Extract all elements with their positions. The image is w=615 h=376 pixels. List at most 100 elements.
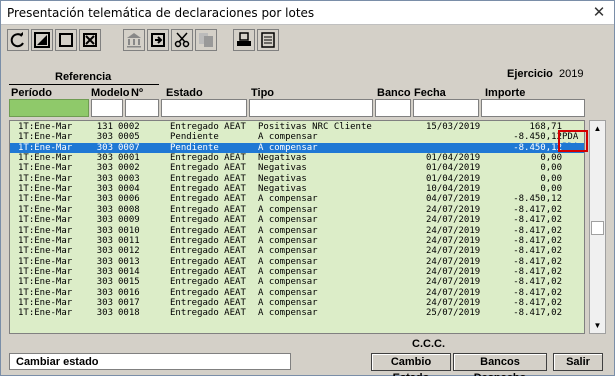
cell-numero: 0012 — [118, 246, 140, 257]
cell-fecha: 24/07/2019 — [426, 246, 481, 257]
cell-periodo: 1T:Ene-Mar — [18, 163, 73, 174]
cell-modelo: 303 — [96, 142, 113, 153]
cell-fecha: 01/04/2019 — [426, 163, 481, 174]
cut-icon[interactable] — [171, 29, 193, 51]
cell-estado: Entregado AEAT — [170, 173, 246, 184]
table-row[interactable]: 1T:Ene-Mar 303 0006 Entregado AEAT A compens… — [10, 194, 584, 205]
cambio-estado-button[interactable]: Cambio Estado — [371, 353, 451, 376]
table-row[interactable]: 1T:Ene-Mar 303 0010 Entregado AEAT A compens… — [10, 225, 584, 236]
cell-modelo: 303 — [96, 184, 113, 195]
table-row[interactable]: 1T:Ene-Mar 303 0012 Entregado AEAT A compens… — [10, 246, 584, 257]
col-numero[interactable]: Nº — [131, 87, 143, 99]
filter-banco[interactable] — [375, 99, 411, 117]
table-row[interactable]: 1T:Ene-Mar 303 0004 Entregado AEAT Negativas… — [10, 184, 584, 195]
cell-fecha: 01/04/2019 — [426, 153, 481, 164]
delete-icon[interactable] — [79, 29, 101, 51]
salir-button[interactable]: Salir — [553, 353, 603, 371]
header-divider — [9, 84, 159, 85]
scroll-down-icon[interactable]: ▼ — [590, 318, 605, 333]
close-icon[interactable]: ✕ — [590, 4, 608, 22]
cell-importe: -8.417,02 — [513, 246, 562, 257]
cell-estado: Entregado AEAT — [170, 184, 246, 195]
edit-icon[interactable] — [31, 29, 53, 51]
cell-modelo: 303 — [96, 215, 113, 226]
scroll-thumb[interactable] — [591, 221, 604, 235]
cell-periodo: 1T:Ene-Mar — [18, 225, 73, 236]
cell-fecha: 24/07/2019 — [426, 204, 481, 215]
col-modelo[interactable]: Modelo — [91, 87, 130, 99]
table-row[interactable]: 1T:Ene-Mar 303 0013 Entregado AEAT A compens… — [10, 256, 584, 267]
filter-periodo[interactable] — [9, 99, 89, 117]
cell-estado: Entregado AEAT — [170, 215, 246, 226]
cell-tipo: A compensar — [258, 287, 318, 298]
filter-numero[interactable] — [125, 99, 159, 117]
cell-importe: -8.417,02 — [513, 235, 562, 246]
copy-icon[interactable] — [195, 29, 217, 51]
scroll-up-icon[interactable]: ▲ — [590, 121, 605, 136]
toolbar — [7, 29, 607, 55]
pda-label: PDA — [562, 132, 579, 142]
table-row[interactable]: 1T:Ene-Mar 131 0002 Entregado AEAT Positivas… — [10, 122, 584, 132]
cell-tipo: Negativas — [258, 153, 307, 164]
select-icon[interactable] — [55, 29, 77, 51]
cell-fecha: 24/07/2019 — [426, 215, 481, 226]
cell-importe: -8.417,02 — [513, 266, 562, 277]
cell-periodo: 1T:Ene-Mar — [18, 132, 73, 143]
app-window: Presentación telemática de declaraciones… — [0, 0, 615, 376]
refresh-icon[interactable] — [7, 29, 29, 51]
cell-importe: -8.450,12 — [513, 194, 562, 205]
cell-modelo: 131 — [96, 122, 113, 132]
cell-importe: 168,71 — [529, 122, 562, 132]
table-row[interactable]: 1T:Ene-Mar 303 0015 Entregado AEAT A compens… — [10, 277, 584, 288]
col-estado[interactable]: Estado — [166, 87, 203, 99]
cell-modelo: 303 — [96, 256, 113, 267]
col-fecha[interactable]: Fecha — [414, 87, 446, 99]
table-row[interactable]: 1T:Ene-Mar 303 0008 Entregado AEAT A compens… — [10, 204, 584, 215]
table-row[interactable]: 1T:Ene-Mar 303 0016 Entregado AEAT A compens… — [10, 287, 584, 298]
cell-tipo: A compensar — [258, 215, 318, 226]
filter-importe[interactable] — [481, 99, 585, 117]
table-row[interactable]: 1T:Ene-Mar 303 0007 Pendiente A compensar -8.… — [10, 142, 584, 153]
table-row[interactable]: 1T:Ene-Mar 303 0001 Entregado AEAT Negativas… — [10, 153, 584, 164]
filter-fecha[interactable] — [413, 99, 479, 117]
filter-tipo[interactable] — [249, 99, 373, 117]
table-row[interactable]: 1T:Ene-Mar 303 0018 Entregado AEAT A compens… — [10, 308, 584, 319]
cell-periodo: 1T:Ene-Mar — [18, 215, 73, 226]
cell-numero: 0013 — [118, 256, 140, 267]
cell-fecha: 15/03/2019 — [426, 122, 481, 132]
export-icon[interactable] — [147, 29, 169, 51]
table-row[interactable]: 1T:Ene-Mar 303 0003 Entregado AEAT Negativas… — [10, 173, 584, 184]
table-row[interactable]: 1T:Ene-Mar 303 0009 Entregado AEAT A compens… — [10, 215, 584, 226]
col-banco[interactable]: Banco — [377, 87, 411, 99]
table-row[interactable]: 1T:Ene-Mar 303 0005 Pendiente A compensar -8.… — [10, 132, 584, 143]
cell-numero: 0015 — [118, 277, 140, 288]
cell-tipo: A compensar — [258, 277, 318, 288]
bancos-despacho-button[interactable]: Bancos Despacho — [453, 353, 547, 376]
cell-estado: Entregado AEAT — [170, 225, 246, 236]
ccc-label: C.C.C. — [412, 338, 445, 350]
cell-periodo: 1T:Ene-Mar — [18, 194, 73, 205]
filter-estado[interactable] — [161, 99, 247, 117]
cell-numero: 0018 — [118, 308, 140, 319]
declarations-table[interactable]: 1T:Ene-Mar 131 0002 Entregado AEAT Positivas… — [9, 120, 585, 334]
cell-periodo: 1T:Ene-Mar — [18, 122, 73, 132]
col-importe[interactable]: Importe — [485, 87, 525, 99]
table-row[interactable]: 1T:Ene-Mar 303 0014 Entregado AEAT A compens… — [10, 266, 584, 277]
cell-tipo: Negativas — [258, 184, 307, 195]
vertical-scrollbar[interactable]: ▲ ▼ — [589, 120, 606, 334]
list-icon[interactable] — [257, 29, 279, 51]
cell-numero: 0009 — [118, 215, 140, 226]
print-icon[interactable] — [233, 29, 255, 51]
table-row[interactable]: 1T:Ene-Mar 303 0002 Entregado AEAT Negativas… — [10, 163, 584, 174]
table-row[interactable]: 1T:Ene-Mar 303 0011 Entregado AEAT A compens… — [10, 235, 584, 246]
cell-importe: -8.417,02 — [513, 297, 562, 308]
cell-tipo: A compensar — [258, 256, 318, 267]
table-row[interactable]: 1T:Ene-Mar 303 0017 Entregado AEAT A compens… — [10, 297, 584, 308]
bank-icon[interactable] — [123, 29, 145, 51]
filter-modelo[interactable] — [91, 99, 123, 117]
cell-modelo: 303 — [96, 246, 113, 257]
col-periodo[interactable]: Período — [11, 87, 52, 99]
col-tipo[interactable]: Tipo — [251, 87, 274, 99]
cell-importe: 0,00 — [540, 184, 562, 195]
cell-modelo: 303 — [96, 153, 113, 164]
